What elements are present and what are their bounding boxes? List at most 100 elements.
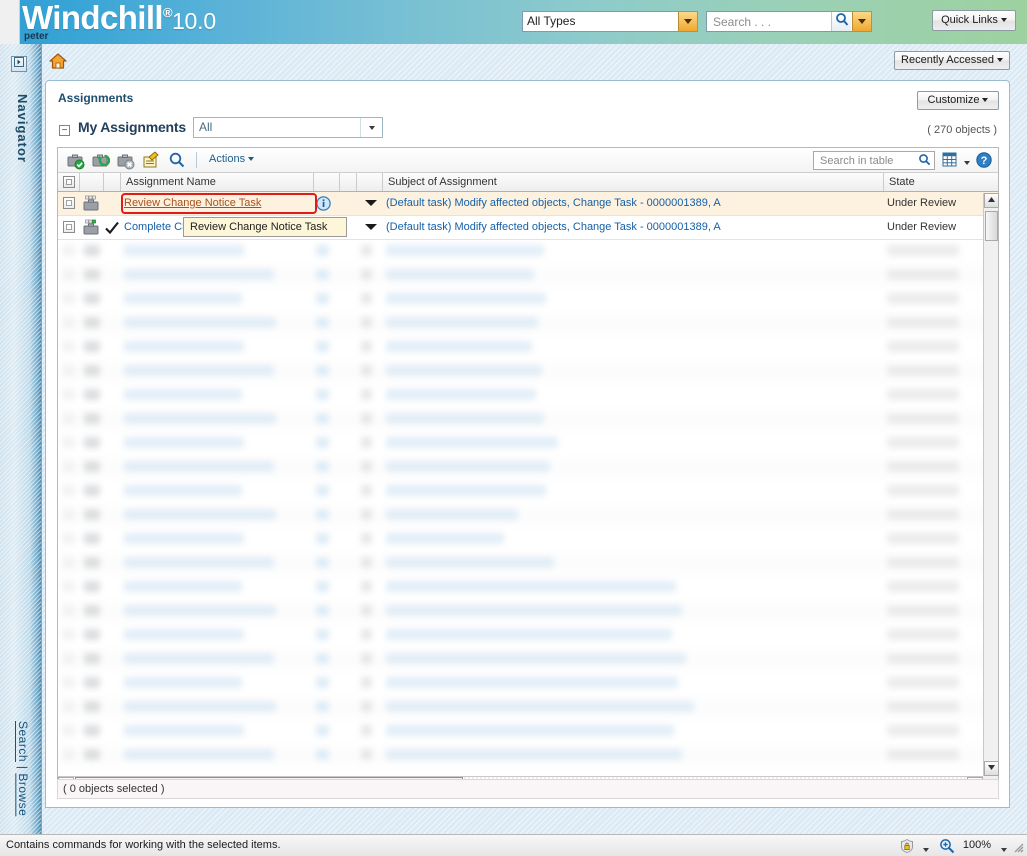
quick-links-label: Quick Links bbox=[941, 14, 998, 26]
chevron-down-icon bbox=[858, 18, 866, 24]
chevron-down-icon bbox=[365, 224, 377, 231]
search-in-table-box[interactable] bbox=[813, 151, 935, 170]
help-button[interactable]: ? bbox=[976, 152, 992, 168]
actions-menu[interactable]: Actions bbox=[209, 153, 255, 165]
table-toolbar: Actions Search in table ? bbox=[58, 148, 998, 173]
state-value: Under Review bbox=[887, 197, 957, 209]
links-separator: | bbox=[16, 761, 30, 773]
quick-links-button[interactable]: Quick Links bbox=[932, 10, 1016, 31]
row-type-icon-cell bbox=[82, 192, 104, 215]
header-subject[interactable]: Subject of Assignment bbox=[383, 173, 884, 191]
selection-status: ( 0 objects selected ) bbox=[57, 779, 999, 799]
username-label: peter bbox=[24, 31, 49, 42]
table-vertical-scrollbar[interactable] bbox=[983, 193, 999, 776]
windchill-logo: Windchill®10.0 bbox=[22, 0, 216, 37]
row-status-icon-cell bbox=[104, 192, 121, 215]
global-search-box[interactable] bbox=[706, 11, 872, 32]
subject-link[interactable]: (Default task) Modify affected objects, … bbox=[386, 216, 882, 239]
vertical-scroll-thumb[interactable] bbox=[985, 211, 998, 241]
header-state[interactable]: State bbox=[884, 173, 998, 191]
checkmark-icon bbox=[105, 221, 119, 235]
chevron-down-icon bbox=[1001, 848, 1007, 853]
app-banner: Windchill®10.0 peter All Types Quick Lin… bbox=[0, 0, 1027, 44]
search-in-table-input[interactable] bbox=[818, 153, 914, 168]
undo-checkout-icon bbox=[117, 154, 135, 170]
checkout-button[interactable] bbox=[66, 151, 85, 170]
security-zone-icon bbox=[901, 838, 913, 854]
chevron-down-icon bbox=[1000, 18, 1007, 23]
table-body: Review Change Notice Task (Default task)… bbox=[58, 192, 998, 772]
select-all-checkbox[interactable] bbox=[63, 176, 75, 188]
navigator-bottom-links: Search | Browse bbox=[10, 721, 30, 816]
navigator-expand-button[interactable] bbox=[11, 56, 27, 72]
browser-status-bar: Contains commands for working with the s… bbox=[0, 834, 1027, 856]
recently-accessed-label: Recently Accessed bbox=[901, 54, 994, 66]
task-briefcase-icon bbox=[83, 195, 99, 211]
search-icon bbox=[835, 13, 848, 26]
checkout-icon bbox=[67, 154, 85, 170]
search-icon bbox=[169, 152, 185, 168]
help-icon: ? bbox=[976, 152, 992, 168]
logo-registered-mark: ® bbox=[162, 5, 173, 20]
zoom-button[interactable] bbox=[939, 838, 955, 854]
global-search-input[interactable] bbox=[711, 13, 851, 30]
checkin-button[interactable] bbox=[91, 151, 111, 170]
assignments-filter-arrow[interactable] bbox=[360, 118, 382, 137]
edit-button[interactable] bbox=[141, 151, 160, 170]
chevron-down-icon bbox=[982, 98, 989, 103]
global-search-dropdown-arrow[interactable] bbox=[852, 12, 871, 31]
scroll-up-button[interactable] bbox=[984, 193, 999, 208]
type-filter-dropdown[interactable]: All Types bbox=[522, 11, 698, 32]
chevron-down-icon bbox=[923, 848, 929, 853]
zoom-level-label: 100% bbox=[962, 839, 991, 851]
section-collapse-toggle[interactable]: − bbox=[59, 125, 70, 136]
windchill-app: Windchill®10.0 peter All Types Quick Lin… bbox=[0, 0, 1027, 856]
state-value: Under Review bbox=[887, 221, 957, 233]
undo-checkout-button[interactable] bbox=[116, 151, 135, 170]
chevron-down-icon bbox=[964, 161, 970, 166]
row-actions-menu-button[interactable] bbox=[359, 192, 383, 215]
assignment-name-link[interactable]: Review Change Notice Task bbox=[124, 192, 314, 215]
edit-icon bbox=[143, 151, 159, 168]
assignments-table: Actions Search in table ? Assignment Nam… bbox=[57, 147, 999, 793]
header-menu-col bbox=[357, 173, 383, 191]
search-in-table-button[interactable] bbox=[916, 153, 932, 168]
home-button[interactable] bbox=[48, 52, 68, 70]
type-filter-value: All Types bbox=[527, 14, 576, 28]
table-header-row: Assignment Name Subject of Assignment St… bbox=[58, 173, 998, 192]
recently-accessed-button[interactable]: Recently Accessed bbox=[894, 51, 1010, 70]
chevron-down-icon bbox=[248, 157, 255, 162]
row-checkbox[interactable] bbox=[63, 197, 75, 209]
zoom-dropdown[interactable] bbox=[1001, 844, 1007, 856]
row-completed-status bbox=[104, 216, 123, 239]
browse-link[interactable]: Browse bbox=[16, 773, 30, 816]
header-assignment-name[interactable]: Assignment Name bbox=[121, 173, 314, 191]
row-actions-menu-button[interactable] bbox=[359, 216, 383, 239]
assignments-filter-value: All bbox=[199, 120, 213, 134]
assignments-filter-dropdown[interactable]: All bbox=[193, 117, 383, 138]
table-view-icon bbox=[942, 152, 957, 167]
assignments-panel: Assignments Customize − My Assignments A… bbox=[45, 80, 1010, 808]
header-select-all[interactable] bbox=[58, 173, 80, 191]
checkin-icon bbox=[92, 154, 111, 167]
security-zone-button[interactable] bbox=[899, 838, 915, 854]
type-filter-dropdown-arrow[interactable] bbox=[678, 12, 697, 31]
navigator-rail: Navigator Search | Browse bbox=[0, 44, 42, 834]
customize-button[interactable]: Customize bbox=[917, 91, 999, 110]
search-link[interactable]: Search bbox=[16, 721, 30, 762]
search-icon bbox=[918, 154, 930, 166]
window-resize-grip[interactable] bbox=[1011, 840, 1025, 854]
tooltip: Review Change Notice Task bbox=[183, 217, 347, 237]
table-view-dropdown-arrow[interactable] bbox=[964, 157, 970, 169]
security-zone-dropdown[interactable] bbox=[923, 844, 929, 856]
global-search-button[interactable] bbox=[831, 12, 851, 31]
table-row[interactable]: Review Change Notice Task (Default task)… bbox=[58, 192, 998, 216]
customize-label: Customize bbox=[927, 94, 980, 106]
row-info-button[interactable] bbox=[316, 192, 340, 215]
chevron-down-icon bbox=[684, 19, 692, 25]
subject-link[interactable]: (Default task) Modify affected objects, … bbox=[386, 192, 882, 215]
table-view-button[interactable] bbox=[942, 152, 958, 168]
table-search-button[interactable] bbox=[168, 151, 187, 170]
scroll-down-button[interactable] bbox=[984, 761, 999, 776]
row-checkbox[interactable] bbox=[63, 221, 75, 233]
